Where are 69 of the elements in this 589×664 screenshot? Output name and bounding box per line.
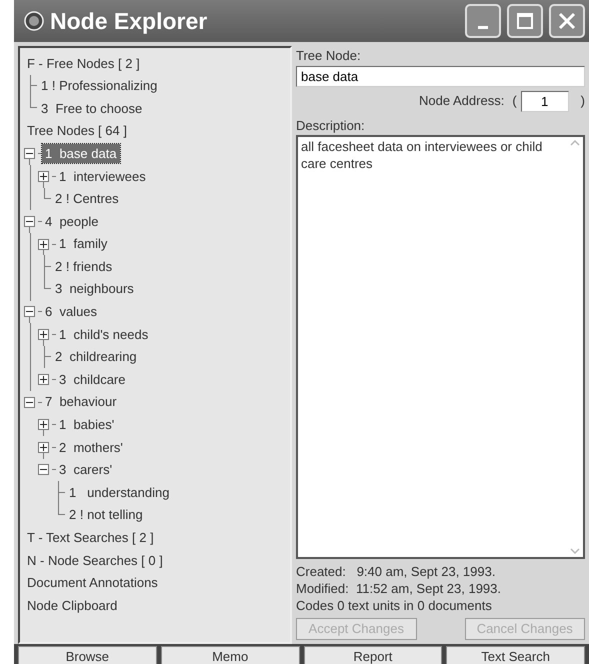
close-icon xyxy=(558,12,576,30)
address-field[interactable]: 1 xyxy=(520,90,569,112)
tree-item[interactable]: 2 childrearing xyxy=(52,347,140,367)
tree-line xyxy=(52,379,56,380)
tree-item[interactable]: 6 values xyxy=(42,302,100,322)
tree-item[interactable]: 2 ! friends xyxy=(52,256,116,276)
tree-item[interactable]: 3 Free to choose xyxy=(38,98,146,118)
window-title: Node Explorer xyxy=(50,6,208,36)
tree-item[interactable]: 3 childcare xyxy=(56,370,128,390)
info-text: Modified: 11:52 am, Sept 23, 1993. xyxy=(296,580,502,597)
tree-item[interactable]: 1 interviewees xyxy=(56,166,149,186)
tree-item[interactable]: F - Free Nodes [ 2 ] xyxy=(24,54,143,74)
field-label: Description: xyxy=(296,116,366,135)
maximize-icon xyxy=(516,12,534,30)
collapse-icon[interactable] xyxy=(24,306,35,318)
tree-line xyxy=(38,220,42,222)
bracket-text: ) xyxy=(580,92,585,110)
minimize-icon xyxy=(478,26,488,29)
collapse-icon[interactable] xyxy=(24,396,35,408)
tree-item[interactable]: 1 ! Professionalizing xyxy=(38,76,160,96)
maximize-button[interactable] xyxy=(507,4,543,38)
tree-line xyxy=(38,402,42,403)
collapse-icon[interactable] xyxy=(38,464,49,476)
tree-line xyxy=(52,469,56,470)
tree-item[interactable]: 2 ! not telling xyxy=(66,505,146,525)
tree-item[interactable]: 1 babies' xyxy=(56,415,118,435)
tree-item[interactable]: 1 base data xyxy=(42,144,120,164)
close-button[interactable] xyxy=(549,4,585,38)
toolbar-button[interactable]: Memo xyxy=(160,646,300,664)
expand-icon[interactable] xyxy=(38,238,49,250)
field-label: Node Address: xyxy=(419,92,504,110)
description-text: all facesheet data on interviewees or child care centres xyxy=(300,138,544,173)
collapse-icon[interactable] xyxy=(24,148,35,160)
tree-item[interactable]: T - Text Searches [ 2 ] xyxy=(24,528,157,548)
expand-icon[interactable] xyxy=(38,442,49,453)
tree-item[interactable]: 2 mothers' xyxy=(56,438,126,458)
info-text: Codes 0 text units in 0 documents xyxy=(296,597,493,614)
expand-icon[interactable] xyxy=(38,170,49,182)
bracket-text: ( xyxy=(512,92,517,110)
toolbar-button[interactable]: Text Search xyxy=(446,646,585,664)
tree-node-field[interactable]: base data xyxy=(296,66,585,86)
field-label: Tree Node: xyxy=(296,47,362,65)
tree-item[interactable]: 4 people xyxy=(42,212,102,232)
tree-item[interactable]: 1 child's needs xyxy=(56,324,152,344)
tree-line xyxy=(38,311,42,312)
tree-item[interactable]: 3 carers' xyxy=(56,460,116,480)
tree-item[interactable]: 3 neighbours xyxy=(52,279,137,299)
toolbar-button[interactable]: Browse xyxy=(18,646,157,664)
app-icon xyxy=(24,11,44,31)
tree-item[interactable]: N - Node Searches [ 0 ] xyxy=(24,550,166,570)
expand-icon[interactable] xyxy=(38,419,49,430)
tree-item[interactable]: Tree Nodes [ 64 ] xyxy=(24,121,130,141)
expand-icon[interactable] xyxy=(38,328,49,340)
tree-item[interactable]: 7 behaviour xyxy=(42,392,120,412)
tree-item[interactable]: Document Annotations xyxy=(24,573,161,593)
tree-line xyxy=(52,244,56,245)
tree-item[interactable]: 1 family xyxy=(56,234,110,254)
tree-item[interactable]: 2 ! Centres xyxy=(52,189,122,209)
minimize-button[interactable] xyxy=(465,4,501,38)
toolbar-button[interactable]: Report xyxy=(304,646,442,664)
tree-line xyxy=(52,176,56,177)
tree-item[interactable]: Node Clipboard xyxy=(24,596,120,616)
collapse-icon[interactable] xyxy=(24,216,35,227)
info-text: Created: 9:40 am, Sept 23, 1993. xyxy=(296,563,496,580)
expand-icon[interactable] xyxy=(38,374,49,386)
tree-line xyxy=(52,334,56,335)
tree-line xyxy=(52,446,56,448)
tree-item[interactable]: 1 understanding xyxy=(66,482,172,502)
tree-line xyxy=(52,424,56,426)
